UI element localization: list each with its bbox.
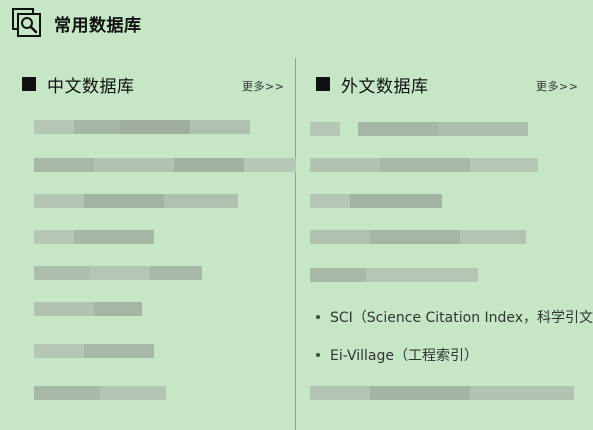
list-item-redacted[interactable] — [34, 158, 296, 172]
list-item-label: SCI（Science Citation Index，科学引文 — [330, 310, 593, 326]
list-item-label: Ei-Village（工程索引） — [330, 348, 478, 364]
panel-heading: 中文数据库 — [22, 72, 135, 97]
page: 常用数据库 中文数据库 更多>> 外文数据库 更多>> SCI（Science … — [0, 0, 593, 430]
list-item-redacted[interactable] — [34, 302, 142, 316]
panel-title: 外文数据库 — [341, 76, 429, 97]
panel-heading: 外文数据库 — [316, 72, 429, 97]
list-item-redacted[interactable] — [310, 268, 478, 282]
more-link[interactable]: 更多>> — [242, 78, 284, 94]
database-search-icon — [12, 8, 42, 38]
bullet-icon — [316, 353, 320, 357]
list-item-redacted[interactable] — [310, 230, 526, 244]
list-item-redacted[interactable] — [34, 344, 154, 358]
list-item[interactable]: Ei-Village（工程索引） — [316, 345, 478, 365]
panel-title: 中文数据库 — [47, 76, 135, 97]
list-item-redacted[interactable] — [310, 194, 442, 208]
list-item[interactable]: SCI（Science Citation Index，科学引文 — [316, 307, 593, 327]
list-item-redacted[interactable] — [34, 266, 202, 280]
list-item-redacted[interactable] — [34, 120, 250, 134]
section-header: 常用数据库 — [12, 6, 142, 40]
bullet-icon — [316, 315, 320, 319]
list-item-redacted[interactable] — [310, 122, 528, 136]
list-item-redacted[interactable] — [34, 194, 238, 208]
page-title: 常用数据库 — [54, 15, 142, 36]
list-item-redacted[interactable] — [310, 158, 538, 172]
square-bullet-icon — [22, 77, 36, 91]
list-item-redacted[interactable] — [34, 386, 166, 400]
column-divider — [295, 58, 296, 430]
list-item-redacted[interactable] — [310, 386, 574, 400]
list-item-redacted[interactable] — [34, 230, 154, 244]
more-link[interactable]: 更多>> — [536, 78, 578, 94]
square-bullet-icon — [316, 77, 330, 91]
